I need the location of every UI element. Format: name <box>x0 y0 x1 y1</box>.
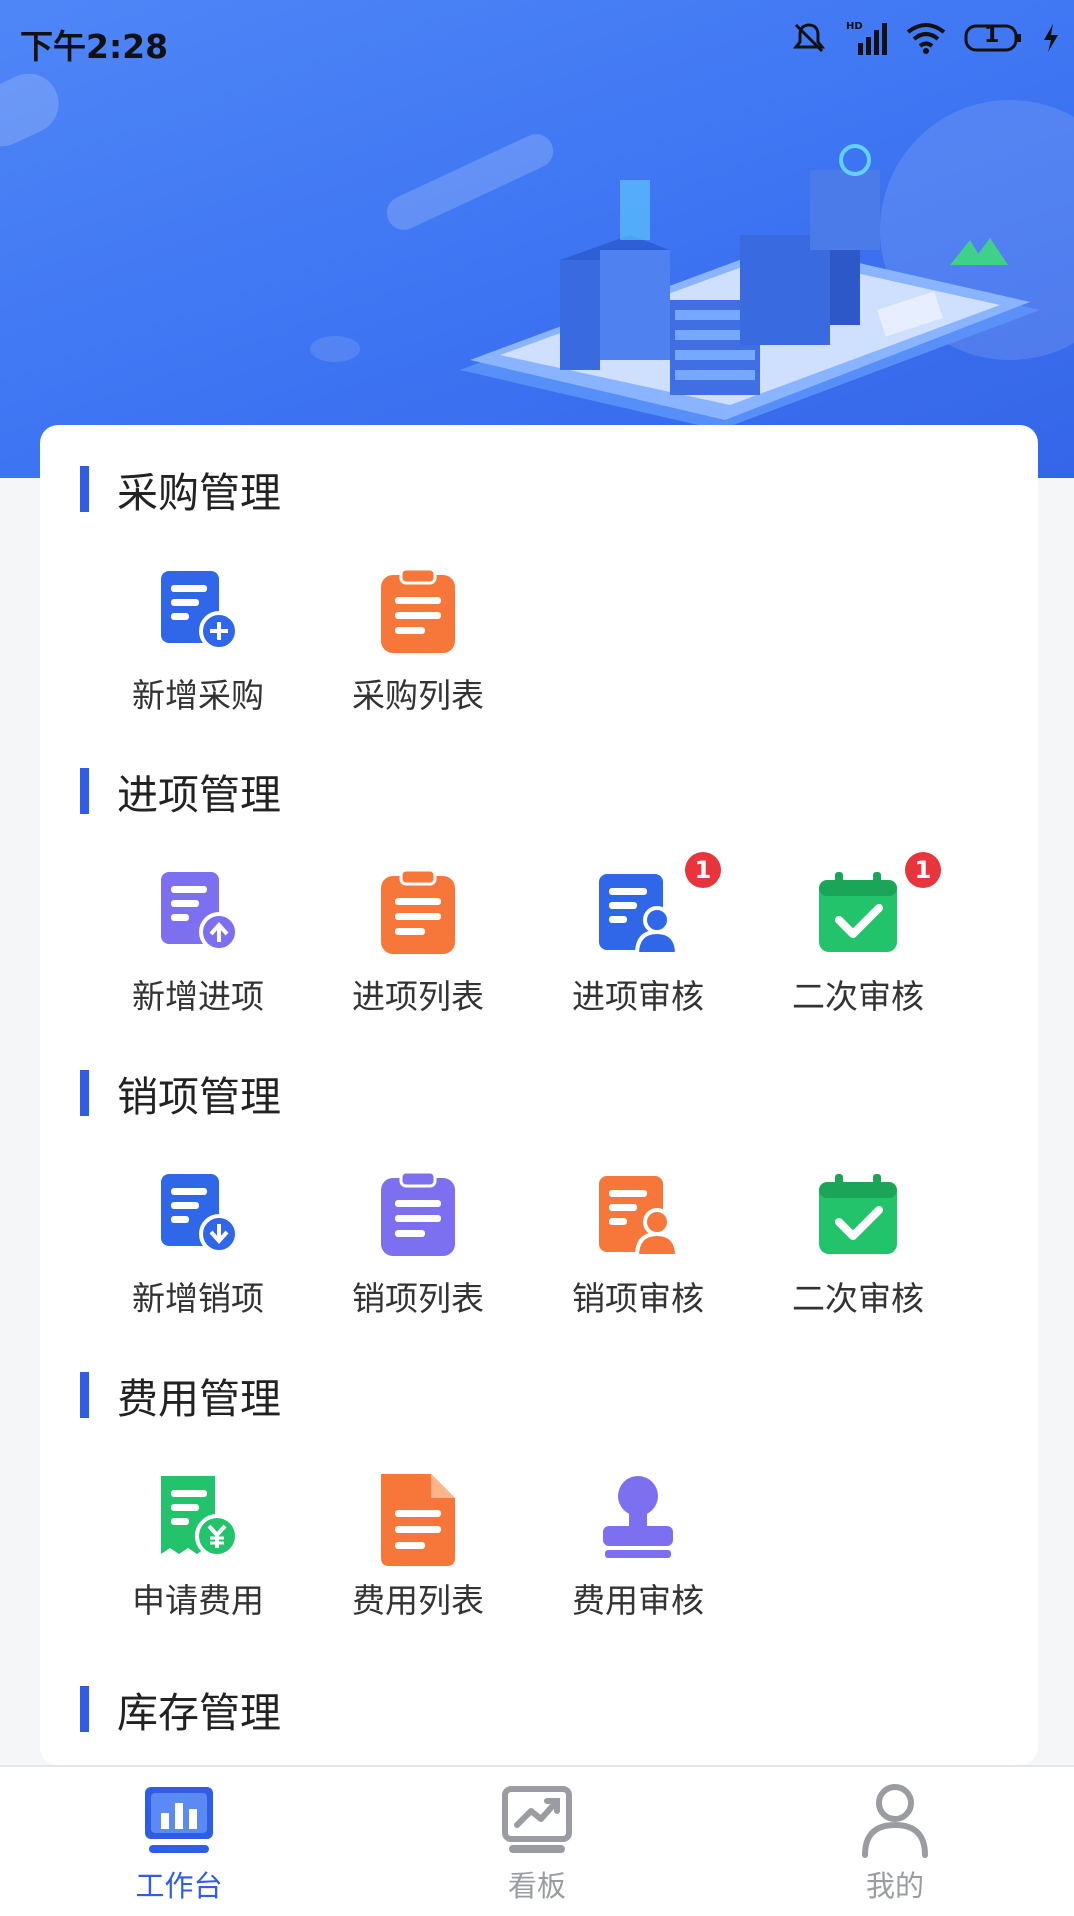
stamp-icon <box>593 1472 683 1562</box>
city-illustration <box>460 144 1040 430</box>
title-bar <box>80 1686 89 1732</box>
section-title-text: 库存管理 <box>117 1689 281 1737</box>
item-second-review[interactable]: 1 二次审核 <box>748 852 968 1018</box>
bottom-tab-bar: 工作台 看板 我的 <box>0 1765 1074 1916</box>
status-bar: 下午2:28 HD 1 <box>0 0 1074 78</box>
item-input-review[interactable]: 1 进项审核 <box>528 852 748 1018</box>
item-label: 进项列表 <box>352 977 484 1016</box>
receipt-yen-icon <box>153 1472 243 1562</box>
item-label: 新增进项 <box>132 977 264 1016</box>
section-title-output: 销项管理 <box>80 1067 281 1121</box>
tab-board[interactable]: 看板 <box>358 1767 716 1916</box>
item-new-input[interactable]: 新增进项 <box>88 868 308 1018</box>
signal-icon: HD <box>844 19 888 57</box>
section-title-inventory: 库存管理 <box>80 1683 281 1737</box>
doc-user-icon: 1 <box>593 852 721 958</box>
battery-level: 1 <box>984 23 1000 48</box>
item-label: 新增采购 <box>132 676 264 715</box>
tab-workbench[interactable]: 工作台 <box>0 1767 358 1916</box>
person-icon <box>855 1779 935 1859</box>
mute-icon <box>792 21 826 55</box>
item-label: 二次审核 <box>792 977 924 1016</box>
item-label: 二次审核 <box>792 1279 924 1318</box>
header-banner: 下午2:28 HD 1 <box>0 0 1074 478</box>
item-input-list[interactable]: 进项列表 <box>308 868 528 1018</box>
tab-mine[interactable]: 我的 <box>716 1767 1074 1916</box>
item-label: 销项列表 <box>352 1279 484 1318</box>
section-title-purchase: 采购管理 <box>80 463 281 517</box>
title-bar <box>80 1070 89 1116</box>
item-label: 申请费用 <box>132 1581 264 1620</box>
item-expense-review[interactable]: 费用审核 <box>528 1472 748 1622</box>
workbench-card: 采购管理 新增采购 采购列表 进项管理 新增进项 进项列表 1 进项审核 1 二… <box>40 425 1038 1765</box>
item-label: 采购列表 <box>352 676 484 715</box>
calendar-check-icon: 1 <box>813 852 941 958</box>
charging-icon <box>1042 23 1060 53</box>
network-type: HD <box>846 21 863 32</box>
item-new-purchase[interactable]: 新增采购 <box>88 567 308 717</box>
doc-upload-icon <box>153 868 243 958</box>
decor-blob <box>310 336 360 362</box>
section-title-text: 采购管理 <box>117 469 281 517</box>
section-title-input: 进项管理 <box>80 765 281 819</box>
clipboard-list-icon <box>373 868 463 958</box>
item-output-review[interactable]: 销项审核 <box>528 1170 748 1320</box>
status-icons: HD 1 <box>792 16 1060 60</box>
item-label: 进项审核 <box>572 977 704 1016</box>
title-bar <box>80 1372 89 1418</box>
tab-label: 我的 <box>865 1869 924 1903</box>
wifi-icon <box>906 22 946 54</box>
section-title-text: 费用管理 <box>117 1375 281 1423</box>
item-second-review-output[interactable]: 二次审核 <box>748 1170 968 1320</box>
item-label: 费用列表 <box>352 1581 484 1620</box>
notification-badge: 1 <box>685 852 721 888</box>
clipboard-list-icon <box>373 1170 463 1260</box>
section-title-text: 进项管理 <box>117 771 281 819</box>
item-label: 费用审核 <box>572 1581 704 1620</box>
item-purchase-list[interactable]: 采购列表 <box>308 567 528 717</box>
dashboard-icon <box>139 1779 219 1859</box>
battery-icon: 1 <box>964 23 1024 53</box>
file-lines-icon <box>373 1472 463 1566</box>
doc-add-icon <box>153 567 243 657</box>
item-expense-list[interactable]: 费用列表 <box>308 1472 528 1622</box>
section-title-text: 销项管理 <box>117 1073 281 1121</box>
chart-board-icon <box>497 1779 577 1859</box>
status-time: 下午2:28 <box>20 27 169 66</box>
item-output-list[interactable]: 销项列表 <box>308 1170 528 1320</box>
item-label: 销项审核 <box>572 1279 704 1318</box>
tab-label: 工作台 <box>135 1869 223 1903</box>
item-new-output[interactable]: 新增销项 <box>88 1170 308 1320</box>
item-label: 新增销项 <box>132 1279 264 1318</box>
doc-user-icon <box>593 1170 683 1260</box>
clipboard-list-icon <box>373 567 463 657</box>
notification-badge: 1 <box>905 852 941 888</box>
section-title-expense: 费用管理 <box>80 1369 281 1423</box>
item-apply-expense[interactable]: 申请费用 <box>88 1472 308 1622</box>
title-bar <box>80 466 89 512</box>
doc-download-icon <box>153 1170 243 1260</box>
title-bar <box>80 768 89 814</box>
tab-label: 看板 <box>507 1869 566 1903</box>
calendar-check-icon <box>813 1170 903 1260</box>
